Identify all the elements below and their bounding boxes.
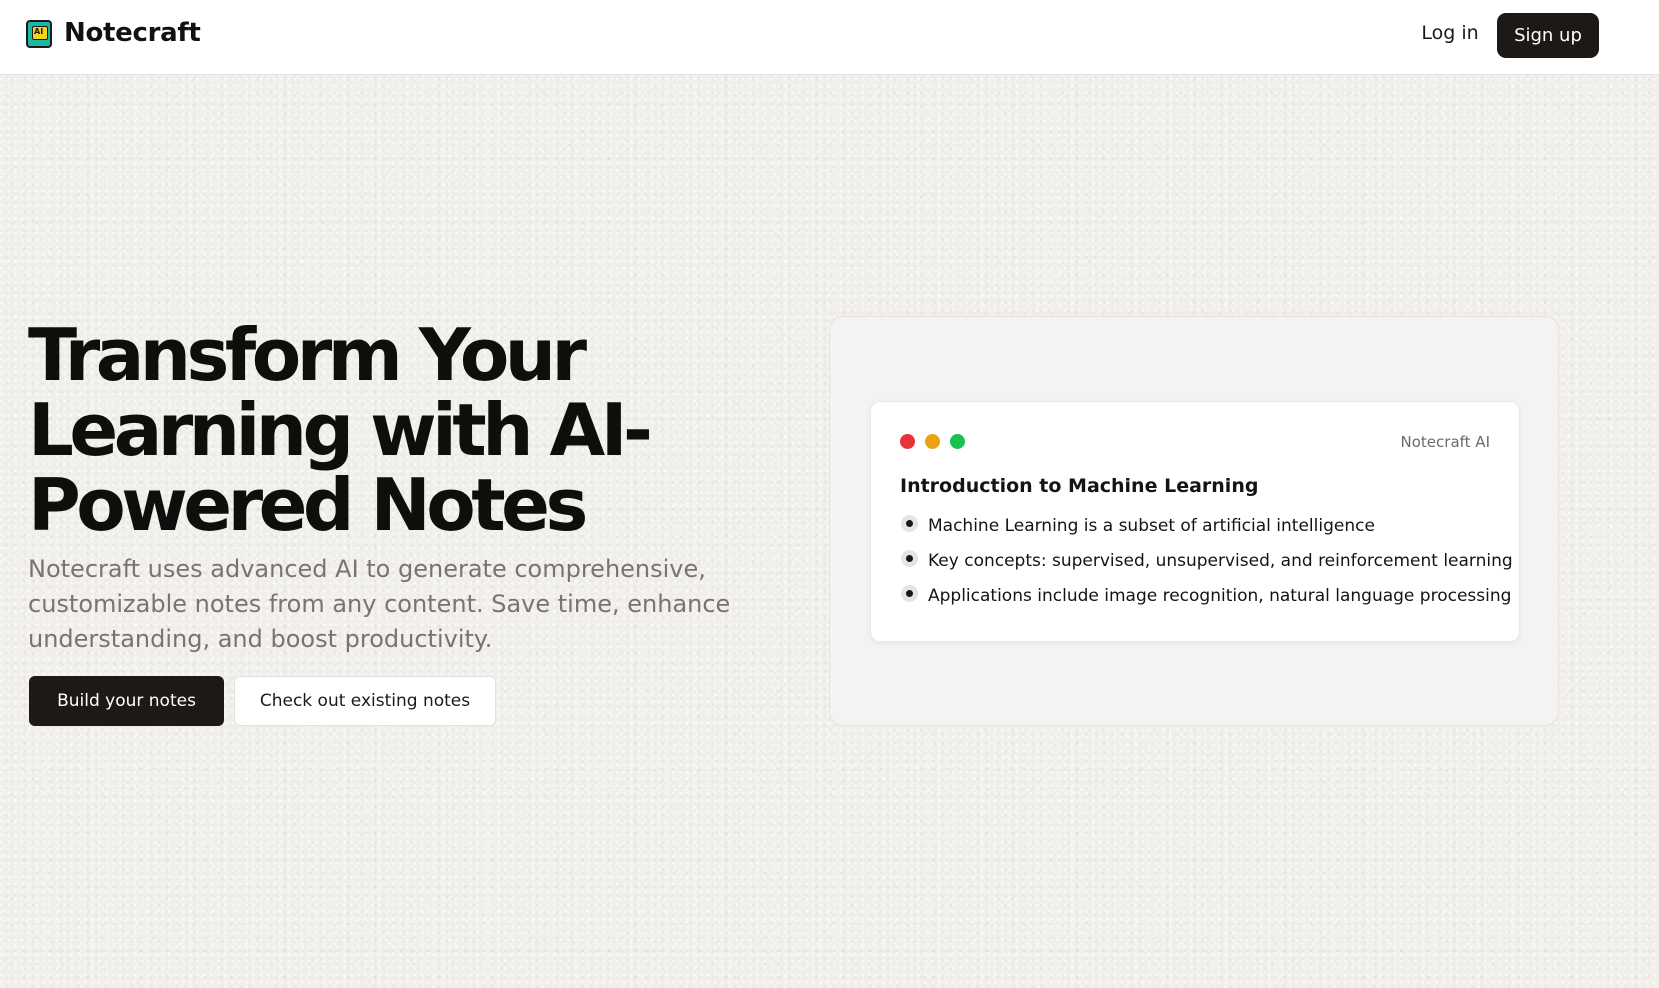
window-close-dot-icon [900,434,915,449]
list-item: Machine Learning is a subset of artifici… [900,515,1500,550]
build-notes-button[interactable]: Build your notes [29,676,224,726]
logo-icon-text: AI [34,27,44,36]
bullet-text: Key concepts: supervised, unsupervised, … [928,551,1513,571]
bullet-text: Machine Learning is a subset of artifici… [928,516,1375,536]
bullet-text: Applications include image recognition, … [928,586,1512,606]
bullet-icon [901,550,918,567]
hero-subtitle: Notecraft uses advanced AI to generate c… [28,555,731,653]
preview-panel: Notecraft AI Introduction to Machine Lea… [829,316,1559,726]
list-item: Key concepts: supervised, unsupervised, … [900,550,1513,585]
note-title: Introduction to Machine Learning [900,475,1259,497]
window-minimize-dot-icon [925,434,940,449]
note-preview-card: Notecraft AI Introduction to Machine Lea… [870,401,1520,642]
note-bullet-list: Machine Learning is a subset of artifici… [900,515,1513,620]
list-item: Applications include image recognition, … [900,585,1511,620]
window-maximize-dot-icon [950,434,965,449]
bullet-icon [901,515,918,532]
login-link[interactable]: Log in [1410,22,1490,50]
site-header: AI Notecraft Log in Sign up [0,0,1659,75]
check-existing-notes-button[interactable]: Check out existing notes [234,676,496,726]
bullet-icon [901,585,918,602]
notebook-ai-icon[interactable]: AI [26,20,52,48]
brand-name[interactable]: Notecraft [64,18,201,48]
hero-title: Transform Your Learning with AI-Powered … [28,313,653,547]
signup-button[interactable]: Sign up [1497,13,1599,58]
preview-app-tag: Notecraft AI [1400,433,1490,451]
